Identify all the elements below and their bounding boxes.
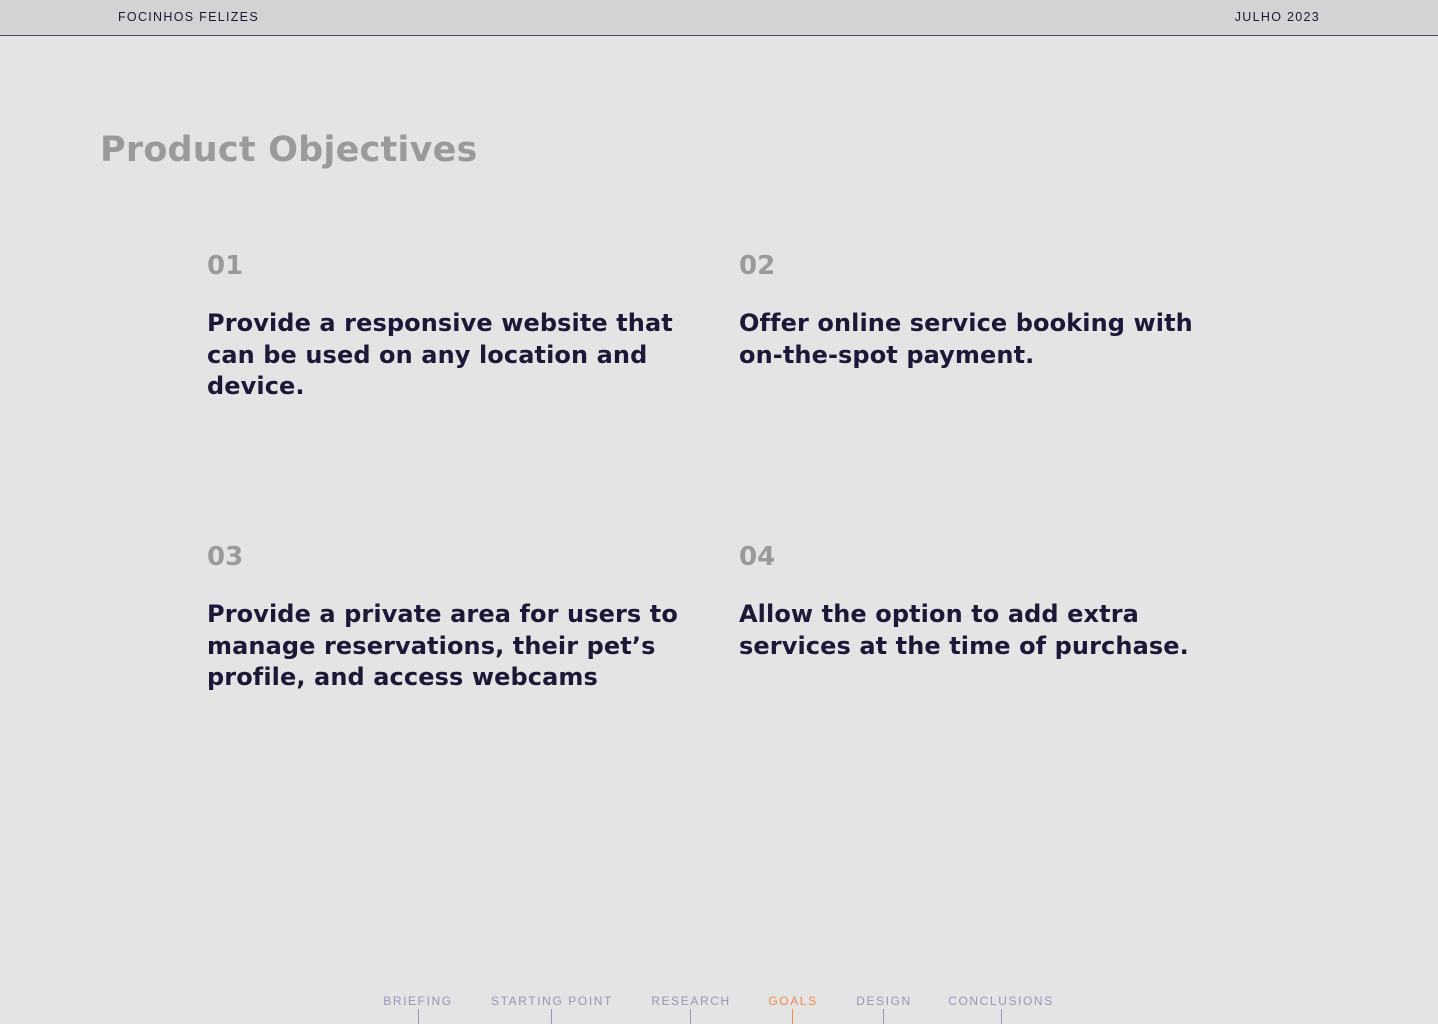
nav-item-goals[interactable]: GOALS [768, 994, 817, 1008]
objective-item: 01 Provide a responsive website that can… [207, 251, 687, 403]
objective-number: 01 [207, 251, 244, 281]
objective-item: 04 Allow the option to add extra service… [739, 542, 1219, 662]
nav-tick-active [792, 1009, 793, 1024]
nav-item-research[interactable]: RESEARCH [651, 994, 730, 1008]
nav-item-conclusions[interactable]: CONCLUSIONS [948, 994, 1054, 1008]
objective-number: 03 [207, 542, 244, 572]
objective-text: Allow the option to add extra services a… [739, 600, 1189, 660]
nav-tick [1001, 1009, 1002, 1024]
objective-item: 02 Offer online service booking with on-… [739, 251, 1219, 371]
nav-tick [883, 1009, 884, 1024]
nav-tick [418, 1009, 419, 1024]
objective-text: Offer online service booking with on-the… [739, 309, 1193, 369]
nav-item-briefing[interactable]: BRIEFING [383, 994, 452, 1008]
objective-number: 04 [739, 542, 776, 572]
objective-text: Provide a private area for users to mana… [207, 600, 678, 691]
objective-number: 02 [739, 251, 776, 281]
document-date: JULHO 2023 [1234, 10, 1320, 24]
nav-item-design[interactable]: DESIGN [856, 994, 912, 1008]
page-title: Product Objectives [100, 130, 478, 170]
top-bar: FOCINHOS FELIZES JULHO 2023 [0, 0, 1438, 36]
nav-tick [551, 1009, 552, 1024]
nav-item-starting-point[interactable]: STARTING POINT [491, 994, 613, 1008]
nav-tick [690, 1009, 691, 1024]
brand-name: FOCINHOS FELIZES [118, 10, 259, 24]
objective-text: Provide a responsive website that can be… [207, 309, 673, 400]
objective-item: 03 Provide a private area for users to m… [207, 542, 687, 694]
